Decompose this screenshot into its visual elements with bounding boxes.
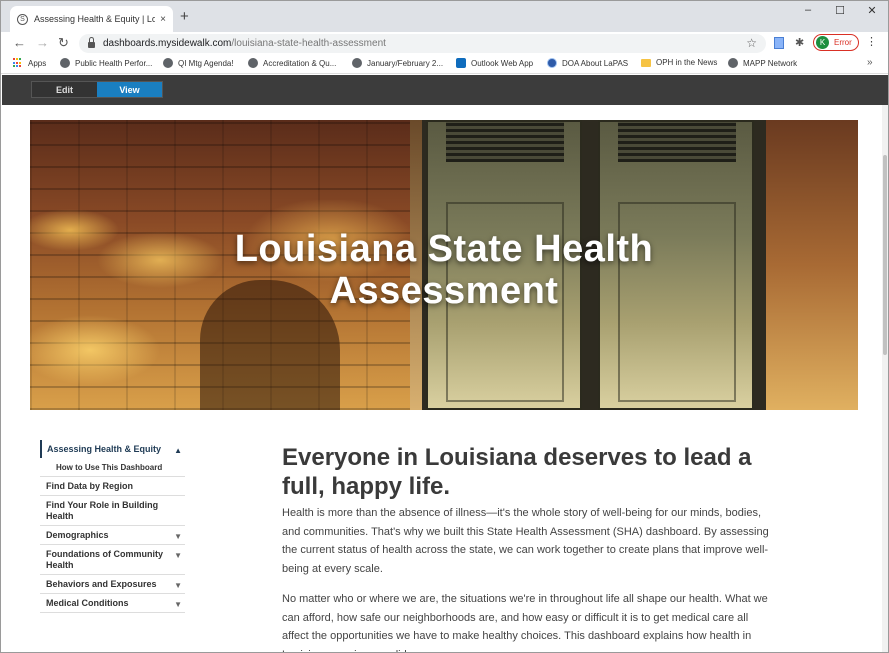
tab-title: Assessing Health & Equity | Louisi [34, 14, 155, 24]
bookmark-label: QI Mtg Agenda! [178, 58, 234, 68]
expand-arrow-icon[interactable]: ▼ [174, 580, 182, 591]
view-button[interactable]: View [97, 82, 162, 97]
bookmark-public-health[interactable]: Public Health Perfor... [60, 58, 152, 68]
shutter-louvers [446, 122, 564, 162]
bookmark-label: Accreditation & Qu... [263, 58, 337, 68]
close-tab-icon[interactable]: × [160, 14, 166, 25]
editor-toolbar: Edit View [2, 75, 888, 105]
bookmark-label: Public Health Perfor... [75, 58, 153, 68]
site-favicon-icon: S [17, 13, 28, 25]
sidebar-item-medical-conditions[interactable]: Medical Conditions ▼ [40, 594, 185, 613]
avatar: K [816, 36, 829, 49]
bookmark-label: January/February 2... [367, 58, 444, 68]
sidebar-item-find-your-role[interactable]: Find Your Role in Building Health [40, 496, 185, 526]
bookmark-label: Apps [28, 58, 47, 68]
sidebar-item-foundations[interactable]: Foundations of Community Health ▼ [40, 545, 185, 575]
expand-arrow-icon[interactable]: ▼ [174, 550, 182, 561]
bookmark-label: DOA About LaPAS [562, 58, 629, 68]
hero-title-line-1: Louisiana State Health [234, 228, 654, 270]
sidebar-item-how-to-use[interactable]: How to Use This Dashboard [40, 458, 185, 477]
bookmark-label: OPH in the News [656, 58, 718, 67]
tab-strip: S Assessing Health & Equity | Louisi × +… [1, 1, 888, 32]
section-sidebar: Assessing Health & Equity ▲ How to Use T… [40, 440, 185, 613]
browser-window: S Assessing Health & Equity | Louisi × +… [0, 0, 889, 653]
outlook-icon [456, 58, 466, 68]
maximize-button[interactable]: ☐ [825, 4, 855, 17]
url-host: dashboards.mysidewalk.com [103, 38, 232, 49]
close-window-button[interactable]: ✕ [857, 4, 887, 17]
bookmark-accreditation[interactable]: Accreditation & Qu... [248, 58, 336, 68]
edit-button[interactable]: Edit [32, 82, 97, 97]
shutter-louvers [618, 122, 736, 162]
extension-doc-icon[interactable] [774, 37, 784, 49]
sidebar-item-label: Demographics [46, 530, 109, 540]
browser-tab[interactable]: S Assessing Health & Equity | Louisi × [10, 6, 173, 32]
globe-icon [248, 58, 258, 68]
globe-icon [163, 58, 173, 68]
bookmarks-overflow-icon[interactable]: » [867, 57, 873, 68]
bookmark-label: MAPP Network [743, 58, 798, 68]
scrollbar-thumb[interactable] [883, 155, 887, 355]
browser-menu-icon[interactable]: ⋮ [866, 35, 877, 48]
bookmarks-bar: Apps Public Health Perfor... QI Mtg Agen… [1, 54, 888, 74]
folder-icon [641, 58, 651, 67]
hero-title: Louisiana State Health Assessment [30, 228, 858, 312]
globe-icon [60, 58, 70, 68]
expand-arrow-icon[interactable]: ▼ [174, 599, 182, 610]
hero-title-line-2: Assessment [329, 270, 559, 312]
url-path: /louisiana-state-health-assessment [231, 38, 386, 49]
sidebar-item-label: Medical Conditions [46, 598, 129, 608]
extensions-puzzle-icon[interactable]: ✱ [795, 36, 804, 49]
bookmark-label: Outlook Web App [471, 58, 534, 68]
edit-view-toggle: Edit View [31, 81, 163, 98]
minimize-button[interactable]: – [793, 4, 823, 16]
hero-banner: Louisiana State Health Assessment [30, 120, 858, 410]
sidebar-item-behaviors[interactable]: Behaviors and Exposures ▼ [40, 575, 185, 594]
sidebar-item-label: How to Use This Dashboard [56, 463, 163, 472]
intro-article: Everyone in Louisiana deserves to lead a… [282, 443, 772, 652]
bookmark-qi-agenda[interactable]: QI Mtg Agenda! [163, 58, 234, 68]
article-paragraph-2: No matter who or where we are, the situa… [282, 593, 768, 652]
sidebar-item-assessing-health[interactable]: Assessing Health & Equity ▲ [40, 440, 185, 458]
page-content: Louisiana State Health Assessment Assess… [2, 105, 882, 652]
profile-button[interactable]: K Error [813, 34, 859, 51]
page-scrollbar[interactable] [882, 105, 888, 652]
collapse-arrow-icon[interactable]: ▲ [174, 445, 182, 456]
bookmark-star-icon[interactable]: ☆ [746, 36, 757, 50]
globe-icon [728, 58, 738, 68]
back-arrow-icon[interactable]: ← [13, 35, 26, 50]
reload-icon[interactable]: ↻ [58, 35, 69, 50]
address-bar[interactable]: dashboards.mysidewalk.com /louisiana-sta… [79, 34, 766, 53]
new-tab-button[interactable]: + [180, 9, 189, 24]
sidebar-item-demographics[interactable]: Demographics ▼ [40, 526, 185, 545]
sidebar-item-find-data-by-region[interactable]: Find Data by Region [40, 477, 185, 496]
forward-arrow-icon[interactable]: → [36, 35, 49, 50]
profile-status-label: Error [834, 38, 852, 47]
article-heading: Everyone in Louisiana deserves to lead a… [282, 444, 752, 500]
sidebar-item-label: Find Data by Region [46, 481, 134, 491]
bookmark-oph-news[interactable]: OPH in the News [641, 58, 717, 67]
apps-grid-icon [13, 58, 23, 68]
sidebar-item-label: Assessing Health & Equity [47, 444, 162, 454]
bookmark-apps[interactable]: Apps [13, 58, 46, 68]
globe-icon [352, 58, 362, 68]
bookmark-january-february[interactable]: January/February 2... [352, 58, 443, 68]
sidebar-item-label: Behaviors and Exposures [46, 579, 157, 589]
bookmark-mapp-network[interactable]: MAPP Network [728, 58, 797, 68]
navigation-bar: ← → ↻ dashboards.mysidewalk.com /louisia… [1, 32, 888, 54]
expand-arrow-icon[interactable]: ▼ [174, 531, 182, 542]
article-paragraph-1: Health is more than the absence of illne… [282, 507, 769, 575]
sidebar-item-label: Foundations of Community Health [46, 549, 163, 570]
bookmark-doa-lapas[interactable]: DOA About LaPAS [547, 58, 628, 68]
lock-icon[interactable] [88, 36, 95, 48]
bookmark-outlook[interactable]: Outlook Web App [456, 58, 533, 68]
doa-icon [547, 58, 557, 68]
sidebar-item-label: Find Your Role in Building Health [46, 500, 159, 521]
